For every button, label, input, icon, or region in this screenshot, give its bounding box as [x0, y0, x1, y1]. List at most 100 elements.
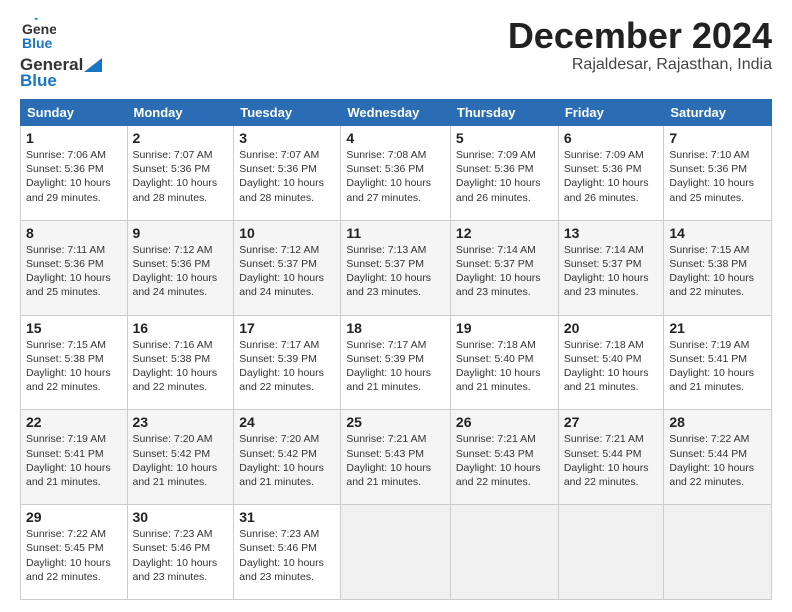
table-row: 10 Sunrise: 7:12 AMSunset: 5:37 PMDayligh…: [234, 220, 341, 315]
logo-icon: General Blue: [20, 16, 56, 52]
day-info: Sunrise: 7:12 AMSunset: 5:36 PMDaylight:…: [133, 243, 229, 300]
day-number: 18: [346, 320, 445, 336]
day-info: Sunrise: 7:20 AMSunset: 5:42 PMDaylight:…: [239, 432, 335, 489]
day-number: 10: [239, 225, 335, 241]
day-info: Sunrise: 7:19 AMSunset: 5:41 PMDaylight:…: [669, 338, 766, 395]
table-row: 29 Sunrise: 7:22 AMSunset: 5:45 PMDayligh…: [21, 505, 128, 600]
day-info: Sunrise: 7:13 AMSunset: 5:37 PMDaylight:…: [346, 243, 445, 300]
table-row: 24 Sunrise: 7:20 AMSunset: 5:42 PMDayligh…: [234, 410, 341, 505]
table-row: 15Sunrise: 7:15 AMSunset: 5:38 PMDayligh…: [21, 315, 128, 410]
day-number: 15: [26, 320, 122, 336]
table-row: 8Sunrise: 7:11 AMSunset: 5:36 PMDaylight…: [21, 220, 128, 315]
day-number: 30: [133, 509, 229, 525]
day-number: 17: [239, 320, 335, 336]
page-header: General Blue General Blue December 2024 …: [20, 16, 772, 91]
day-info: Sunrise: 7:19 AMSunset: 5:41 PMDaylight:…: [26, 432, 122, 489]
logo: General Blue General Blue: [20, 16, 103, 91]
header-monday: Monday: [127, 100, 234, 126]
header-friday: Friday: [558, 100, 664, 126]
day-info: Sunrise: 7:08 AMSunset: 5:36 PMDaylight:…: [346, 148, 445, 205]
table-row: [558, 505, 664, 600]
table-row: 14 Sunrise: 7:15 AMSunset: 5:38 PMDayligh…: [664, 220, 772, 315]
day-number: 21: [669, 320, 766, 336]
header-thursday: Thursday: [450, 100, 558, 126]
header-sunday: Sunday: [21, 100, 128, 126]
day-number: 5: [456, 130, 553, 146]
day-number: 13: [564, 225, 659, 241]
table-row: 27Sunrise: 7:21 AMSunset: 5:44 PMDayligh…: [558, 410, 664, 505]
day-info: Sunrise: 7:07 AMSunset: 5:36 PMDaylight:…: [239, 148, 335, 205]
header-saturday: Saturday: [664, 100, 772, 126]
calendar-table: Sunday Monday Tuesday Wednesday Thursday…: [20, 99, 772, 600]
svg-text:Blue: Blue: [22, 35, 53, 51]
day-info: Sunrise: 7:17 AMSunset: 5:39 PMDaylight:…: [239, 338, 335, 395]
day-number: 1: [26, 130, 122, 146]
table-row: 16Sunrise: 7:16 AMSunset: 5:38 PMDayligh…: [127, 315, 234, 410]
day-info: Sunrise: 7:22 AMSunset: 5:44 PMDaylight:…: [669, 432, 766, 489]
day-number: 9: [133, 225, 229, 241]
table-row: 9 Sunrise: 7:12 AMSunset: 5:36 PMDaylight…: [127, 220, 234, 315]
day-number: 19: [456, 320, 553, 336]
day-number: 16: [133, 320, 229, 336]
location-subtitle: Rajaldesar, Rajasthan, India: [508, 56, 772, 74]
table-row: 25 Sunrise: 7:21 AMSunset: 5:43 PMDayligh…: [341, 410, 451, 505]
day-info: Sunrise: 7:15 AMSunset: 5:38 PMDaylight:…: [669, 243, 766, 300]
day-number: 28: [669, 414, 766, 430]
day-number: 20: [564, 320, 659, 336]
day-number: 24: [239, 414, 335, 430]
table-row: 5 Sunrise: 7:09 AMSunset: 5:36 PMDaylight…: [450, 126, 558, 221]
day-info: Sunrise: 7:23 AMSunset: 5:46 PMDaylight:…: [133, 527, 229, 584]
day-number: 11: [346, 225, 445, 241]
month-title: December 2024: [508, 16, 772, 56]
title-block: December 2024 Rajaldesar, Rajasthan, Ind…: [508, 16, 772, 74]
table-row: 4 Sunrise: 7:08 AMSunset: 5:36 PMDaylight…: [341, 126, 451, 221]
day-info: Sunrise: 7:07 AMSunset: 5:36 PMDaylight:…: [133, 148, 229, 205]
day-info: Sunrise: 7:09 AMSunset: 5:36 PMDaylight:…: [456, 148, 553, 205]
table-row: 21 Sunrise: 7:19 AMSunset: 5:41 PMDayligh…: [664, 315, 772, 410]
table-row: 18 Sunrise: 7:17 AMSunset: 5:39 PMDayligh…: [341, 315, 451, 410]
table-row: 11 Sunrise: 7:13 AMSunset: 5:37 PMDayligh…: [341, 220, 451, 315]
day-info: Sunrise: 7:21 AMSunset: 5:43 PMDaylight:…: [456, 432, 553, 489]
day-number: 2: [133, 130, 229, 146]
header-tuesday: Tuesday: [234, 100, 341, 126]
table-row: 2 Sunrise: 7:07 AMSunset: 5:36 PMDaylight…: [127, 126, 234, 221]
day-info: Sunrise: 7:20 AMSunset: 5:42 PMDaylight:…: [133, 432, 229, 489]
table-row: 22Sunrise: 7:19 AMSunset: 5:41 PMDayligh…: [21, 410, 128, 505]
day-info: Sunrise: 7:22 AMSunset: 5:45 PMDaylight:…: [26, 527, 122, 584]
day-number: 12: [456, 225, 553, 241]
logo-triangle-icon: [84, 58, 102, 72]
day-number: 29: [26, 509, 122, 525]
table-row: [450, 505, 558, 600]
table-row: 28 Sunrise: 7:22 AMSunset: 5:44 PMDayligh…: [664, 410, 772, 505]
table-row: 13 Sunrise: 7:14 AMSunset: 5:37 PMDayligh…: [558, 220, 664, 315]
table-row: 19Sunrise: 7:18 AMSunset: 5:40 PMDayligh…: [450, 315, 558, 410]
day-info: Sunrise: 7:18 AMSunset: 5:40 PMDaylight:…: [564, 338, 659, 395]
day-info: Sunrise: 7:10 AMSunset: 5:36 PMDaylight:…: [669, 148, 766, 205]
day-info: Sunrise: 7:17 AMSunset: 5:39 PMDaylight:…: [346, 338, 445, 395]
day-info: Sunrise: 7:12 AMSunset: 5:37 PMDaylight:…: [239, 243, 335, 300]
day-number: 23: [133, 414, 229, 430]
day-info: Sunrise: 7:23 AMSunset: 5:46 PMDaylight:…: [239, 527, 335, 584]
day-number: 6: [564, 130, 659, 146]
table-row: 7 Sunrise: 7:10 AMSunset: 5:36 PMDaylight…: [664, 126, 772, 221]
day-number: 8: [26, 225, 122, 241]
day-number: 27: [564, 414, 659, 430]
day-number: 25: [346, 414, 445, 430]
day-number: 7: [669, 130, 766, 146]
table-row: 26Sunrise: 7:21 AMSunset: 5:43 PMDayligh…: [450, 410, 558, 505]
table-row: 31 Sunrise: 7:23 AMSunset: 5:46 PMDayligh…: [234, 505, 341, 600]
calendar-page: General Blue General Blue December 2024 …: [0, 0, 792, 612]
table-row: 30 Sunrise: 7:23 AMSunset: 5:46 PMDayligh…: [127, 505, 234, 600]
table-row: [664, 505, 772, 600]
table-row: 1Sunrise: 7:06 AMSunset: 5:36 PMDaylight…: [21, 126, 128, 221]
table-row: 20 Sunrise: 7:18 AMSunset: 5:40 PMDayligh…: [558, 315, 664, 410]
day-info: Sunrise: 7:14 AMSunset: 5:37 PMDaylight:…: [456, 243, 553, 300]
day-number: 3: [239, 130, 335, 146]
day-info: Sunrise: 7:21 AMSunset: 5:43 PMDaylight:…: [346, 432, 445, 489]
table-row: [341, 505, 451, 600]
day-number: 31: [239, 509, 335, 525]
day-number: 14: [669, 225, 766, 241]
day-info: Sunrise: 7:14 AMSunset: 5:37 PMDaylight:…: [564, 243, 659, 300]
day-number: 4: [346, 130, 445, 146]
table-row: 12 Sunrise: 7:14 AMSunset: 5:37 PMDayligh…: [450, 220, 558, 315]
